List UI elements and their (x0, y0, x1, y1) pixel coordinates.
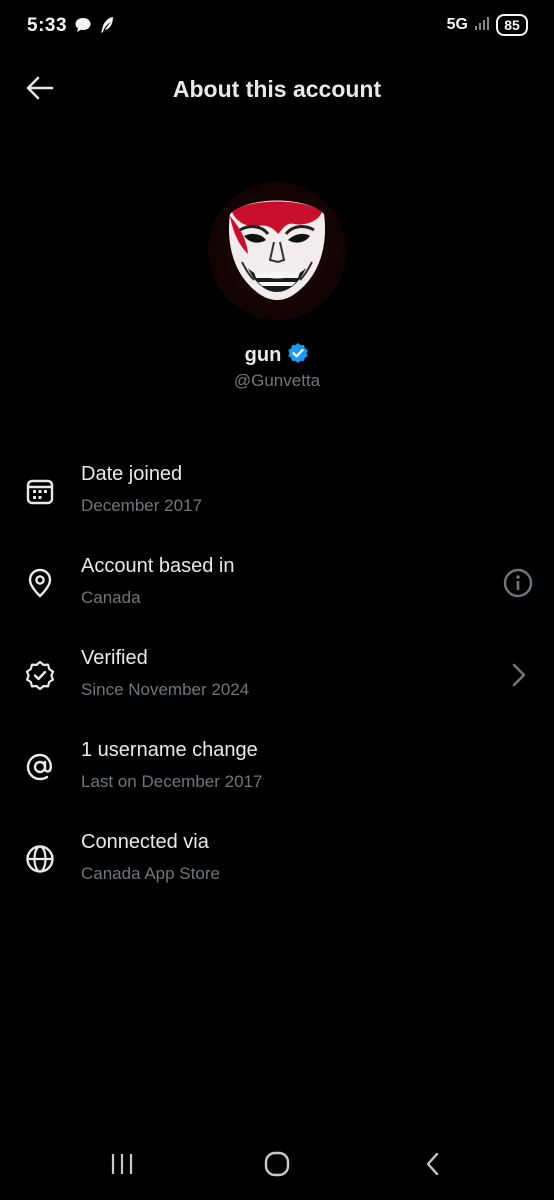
back-chevron-icon (426, 1152, 439, 1176)
row-subtitle: Since November 2024 (81, 680, 250, 699)
display-name-row: gun (0, 342, 554, 369)
verified-badge-icon (24, 659, 56, 691)
recents-icon (111, 1154, 133, 1174)
row-title: Verified (81, 647, 148, 669)
recents-button[interactable] (102, 1148, 142, 1180)
chevron-right-icon (512, 663, 526, 687)
feather-icon (98, 15, 116, 35)
globe-icon (24, 843, 56, 875)
row-title: Account based in (81, 555, 235, 577)
info-row-account-based-in: Account based in Canada (0, 537, 554, 629)
calendar-icon (24, 475, 56, 507)
top-app-bar: About this account (0, 60, 554, 120)
info-icon (503, 568, 533, 598)
row-title: Connected via (81, 831, 209, 853)
at-sign-icon (24, 751, 56, 783)
display-name: gun (244, 344, 282, 366)
avatar[interactable] (208, 182, 346, 320)
row-subtitle: Last on December 2017 (81, 772, 263, 791)
about-account-screen: 5:33 5G 85 About this account gun @Gunve… (0, 0, 554, 1200)
row-title: 1 username change (81, 739, 258, 761)
location-pin-icon (24, 567, 56, 599)
signal-icon (474, 15, 490, 36)
info-row-username-change: 1 username change Last on December 2017 (0, 721, 554, 813)
verified-badge-icon (287, 342, 309, 369)
page-title: About this account (172, 76, 382, 102)
status-time: 5:33 (27, 15, 68, 36)
info-button[interactable] (500, 565, 536, 601)
row-subtitle: Canada (81, 588, 141, 607)
account-info-list: Date joined December 2017 Account based … (0, 445, 554, 905)
system-navigation-bar (0, 1130, 554, 1200)
chevron-right-button[interactable] (500, 657, 536, 693)
info-row-connected-via: Connected via Canada App Store (0, 813, 554, 905)
row-title: Date joined (81, 463, 183, 485)
chat-bubble-icon (74, 15, 92, 35)
status-bar: 5:33 5G 85 (0, 0, 554, 52)
battery-indicator: 85 (496, 14, 528, 36)
handle: @Gunvetta (233, 371, 321, 390)
row-subtitle: Canada App Store (81, 864, 220, 883)
row-subtitle: December 2017 (81, 496, 202, 515)
status-right: 5G 85 (447, 14, 528, 36)
network-label: 5G (446, 16, 468, 33)
home-icon (264, 1151, 290, 1177)
info-row-date-joined: Date joined December 2017 (0, 445, 554, 537)
mask-avatar-image (228, 200, 326, 300)
system-back-button[interactable] (412, 1148, 452, 1180)
home-button[interactable] (257, 1148, 297, 1180)
info-row-verified[interactable]: Verified Since November 2024 (0, 629, 554, 721)
